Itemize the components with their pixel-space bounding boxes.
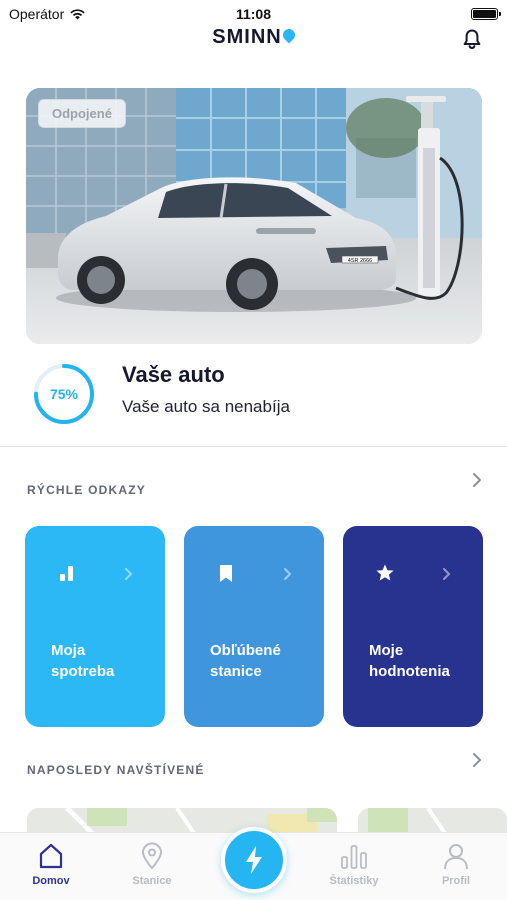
quick-link-consumption[interactable]: Moja spotreba (25, 526, 165, 727)
bookmark-icon (220, 565, 232, 582)
profile-icon (444, 844, 468, 870)
tab-label: Profil (441, 875, 471, 887)
logo-text: SMINN (212, 26, 282, 48)
tab-label: Stanice (132, 875, 172, 887)
battery-icon (471, 8, 501, 20)
car-title: Vaše auto (122, 362, 225, 387)
app-logo: SMINN (0, 26, 507, 49)
quick-link-favorites[interactable]: Obľúbené stanice (184, 526, 324, 727)
quick-link-ratings[interactable]: Moje hodnotenia (343, 526, 483, 727)
chevron-right-icon (284, 568, 292, 580)
clock: 11:08 (235, 6, 272, 22)
chevron-right-icon[interactable] (471, 472, 483, 488)
bar-chart-icon (60, 566, 73, 581)
license-plate: 4SR 2666 (348, 258, 372, 264)
star-icon (376, 564, 394, 581)
chevron-right-icon (125, 568, 133, 580)
quick-link-label: Moje hodnotenia (369, 642, 450, 680)
home-icon (39, 843, 63, 869)
chevron-right-icon[interactable] (471, 752, 483, 768)
stats-icon (341, 845, 367, 869)
status-badge: Odpojené (38, 99, 126, 128)
charge-percent: 75% (49, 386, 79, 402)
tab-profile[interactable]: Profil (416, 833, 496, 900)
car-card[interactable]: 4SR 2666 Odpojené (26, 88, 482, 344)
logo-pin-icon (280, 26, 298, 44)
tab-stations[interactable]: Stanice (112, 833, 192, 900)
recent-title: NAPOSLEDY NAVŠTÍVENÉ (27, 763, 205, 777)
tab-statistics[interactable]: Štatistiky (314, 833, 394, 900)
tab-label: Štatistiky (329, 875, 379, 887)
quick-link-label: Obľúbené stanice (210, 642, 281, 680)
quick-link-label: Moja spotreba (51, 642, 115, 680)
car-info[interactable]: 75% Vaše auto Vaše auto sa nenabíja (32, 358, 482, 424)
location-pin-icon (141, 842, 163, 870)
car-status-text: Vaše auto sa nenabíja (122, 397, 290, 416)
divider (0, 446, 507, 447)
quick-links-title: RÝCHLE ODKAZY (27, 483, 146, 497)
tab-home[interactable]: Domov (11, 833, 91, 900)
tab-label: Domov (32, 875, 70, 887)
bell-icon[interactable] (462, 28, 482, 50)
lightning-icon (246, 846, 262, 874)
charge-button[interactable] (221, 827, 287, 893)
app-header: SMINN (0, 24, 507, 54)
chevron-right-icon (443, 568, 451, 580)
